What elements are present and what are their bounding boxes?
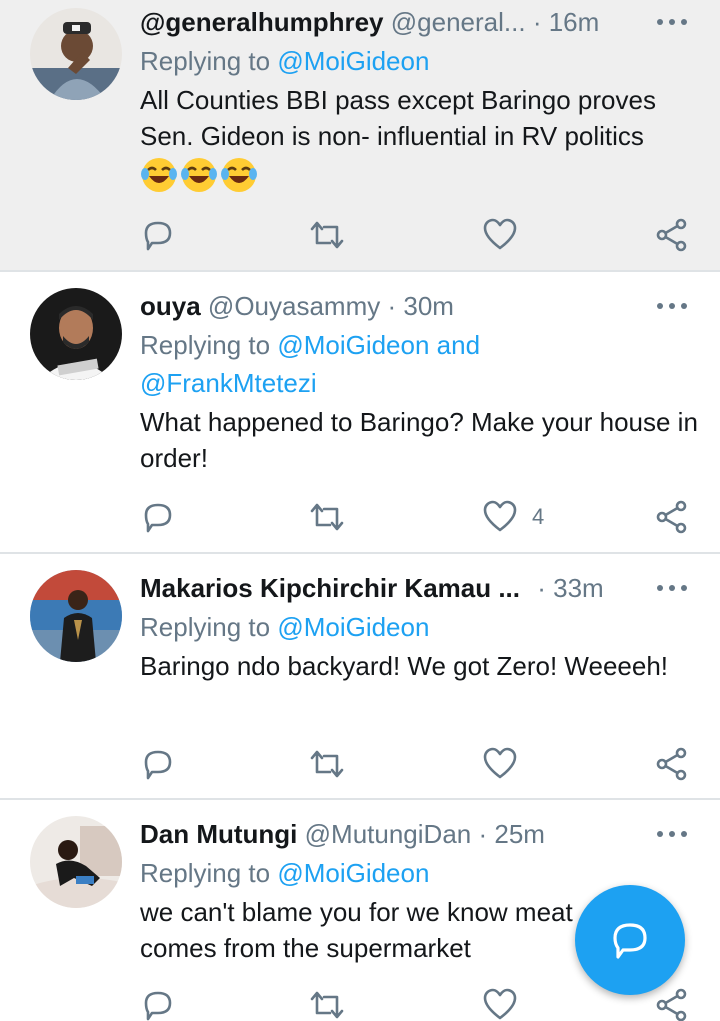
reply-button[interactable] [140, 985, 176, 1021]
retweet-button[interactable] [308, 497, 346, 537]
emoji-row [140, 156, 700, 196]
laughing-emoji-icon [181, 158, 217, 192]
mention-link[interactable]: @FrankMtetezi [140, 368, 317, 398]
tweet[interactable]: Makarios Kipchirchir Kamau ... · 33m Rep… [0, 554, 720, 798]
tweet-actions [140, 215, 700, 255]
tweet-header: Makarios Kipchirchir Kamau ... · 33m [140, 568, 700, 608]
like-button[interactable] [482, 215, 532, 255]
reply-icon [144, 503, 172, 533]
mention-link[interactable]: @MoiGideon [277, 858, 429, 888]
retweet-button[interactable] [308, 215, 346, 255]
reply-button[interactable] [140, 215, 176, 255]
tweet-text: All Counties BBI pass except Baringo pro… [140, 85, 656, 151]
heart-icon [483, 988, 517, 1020]
tweet-content: @generalhumphrey @general... · 16m Reply… [140, 2, 700, 196]
retweet-button[interactable] [308, 985, 346, 1021]
tweet-header: @generalhumphrey @general... · 16m [140, 2, 700, 42]
share-button[interactable] [654, 985, 690, 1021]
replying-label: Replying to [140, 612, 271, 642]
avatar[interactable] [30, 570, 122, 662]
avatar[interactable] [30, 816, 122, 908]
avatar[interactable] [30, 288, 122, 380]
tweet[interactable]: @generalhumphrey @general... · 16m Reply… [0, 0, 720, 270]
compose-reply-button[interactable] [575, 885, 685, 995]
reply-button[interactable] [140, 497, 176, 537]
replying-label: Replying to [140, 858, 271, 888]
tweet-header: ouya @Ouyasammy · 30m [140, 286, 700, 326]
display-name[interactable]: @generalhumphrey [140, 7, 384, 37]
avatar[interactable] [30, 8, 122, 100]
share-button[interactable] [654, 497, 690, 537]
laughing-emoji-icon [221, 158, 257, 192]
replying-label: Replying to [140, 46, 271, 76]
like-button[interactable] [482, 985, 532, 1021]
retweet-icon [310, 991, 344, 1019]
replying-to: Replying to @MoiGideon [140, 42, 700, 80]
user-handle[interactable]: @general... [391, 7, 526, 37]
tweet-actions [140, 744, 700, 784]
compose-reply-icon [613, 923, 647, 959]
reply-icon [144, 750, 172, 780]
replying-to-continued: @FrankMtetezi [140, 364, 700, 402]
tweet-content: Makarios Kipchirchir Kamau ... · 33m Rep… [140, 568, 700, 684]
display-name[interactable]: Makarios Kipchirchir Kamau ... [140, 573, 520, 603]
display-name[interactable]: ouya [140, 291, 201, 321]
retweet-icon [310, 221, 344, 249]
tweet-content: ouya @Ouyasammy · 30m Replying to @MoiGi… [140, 286, 700, 476]
replying-to: Replying to @MoiGideon [140, 608, 700, 646]
like-button[interactable]: 4 [482, 497, 544, 537]
share-icon [656, 218, 687, 252]
reply-icon [144, 991, 172, 1021]
tweet-header: Dan Mutungi @MutungiDan · 25m [140, 814, 700, 854]
heart-icon [483, 218, 517, 250]
tweet-text: What happened to Baringo? Make your hous… [140, 407, 698, 473]
more-icon[interactable] [654, 2, 690, 42]
share-button[interactable] [654, 215, 690, 255]
timestamp[interactable]: · 16m [533, 7, 599, 37]
reply-icon [144, 221, 172, 251]
more-icon[interactable] [654, 568, 690, 608]
share-button[interactable] [654, 744, 690, 784]
share-icon [656, 988, 687, 1021]
retweet-icon [310, 750, 344, 778]
like-button[interactable] [482, 744, 532, 784]
tweet-feed: @generalhumphrey @general... · 16m Reply… [0, 0, 720, 1021]
replying-label: Replying to [140, 330, 271, 360]
share-icon [656, 500, 687, 534]
more-icon[interactable] [654, 814, 690, 854]
more-icon[interactable] [654, 286, 690, 326]
laughing-emoji-icon [141, 158, 177, 192]
mention-link[interactable]: @MoiGideon and [277, 330, 480, 360]
share-icon [656, 747, 687, 781]
tweet-text: Baringo ndo backyard! We got Zero! Weeee… [140, 651, 669, 681]
user-handle[interactable]: @MutungiDan [305, 819, 472, 849]
timestamp[interactable]: · 30m [387, 291, 453, 321]
replying-to: Replying to @MoiGideon and [140, 326, 700, 364]
mention-link[interactable]: @MoiGideon [277, 46, 429, 76]
timestamp[interactable]: · 25m [478, 819, 544, 849]
retweet-button[interactable] [308, 744, 346, 784]
user-handle[interactable]: @Ouyasammy [208, 291, 380, 321]
like-count: 4 [532, 504, 545, 529]
heart-icon [483, 747, 517, 779]
heart-icon [483, 500, 517, 532]
tweet[interactable]: ouya @Ouyasammy · 30m Replying to @MoiGi… [0, 272, 720, 552]
mention-link[interactable]: @MoiGideon [277, 612, 429, 642]
tweet-actions: 4 [140, 497, 700, 537]
display-name[interactable]: Dan Mutungi [140, 819, 297, 849]
retweet-icon [310, 503, 344, 531]
reply-button[interactable] [140, 744, 176, 784]
timestamp[interactable]: · 33m [537, 573, 603, 603]
